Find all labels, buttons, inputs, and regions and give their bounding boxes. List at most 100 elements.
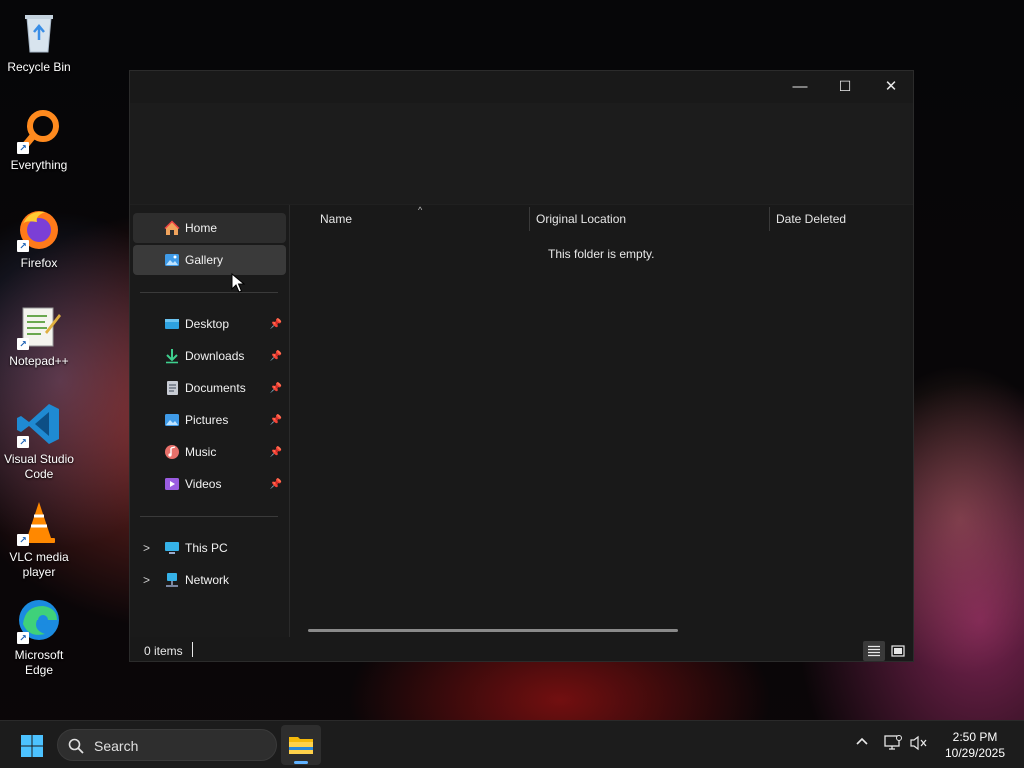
desktop-icon-label: Everything — [10, 158, 68, 172]
clock-date: 10/29/2025 — [944, 746, 1006, 760]
desktop-icon-vlc[interactable]: ↗ VLC media player — [0, 492, 78, 584]
recycle-bin-icon — [15, 8, 63, 56]
status-divider — [192, 642, 193, 657]
nav-item-pictures[interactable]: Pictures 📌 — [133, 405, 286, 435]
status-bar: 0 items — [130, 637, 913, 663]
taskbar-file-explorer[interactable] — [281, 725, 321, 765]
desktop-icon-label: Visual Studio Code — [4, 452, 74, 481]
pin-icon[interactable]: 📌 — [270, 351, 282, 362]
nav-item-gallery[interactable]: Gallery — [133, 245, 286, 275]
large-icons-view-icon — [891, 645, 905, 657]
nav-item-this-pc[interactable]: > This PC — [133, 533, 286, 563]
music-icon — [164, 444, 180, 460]
documents-icon — [164, 380, 180, 396]
pin-icon[interactable]: 📌 — [270, 415, 282, 426]
shortcut-arrow-icon: ↗ — [17, 632, 29, 644]
pin-icon[interactable]: 📌 — [270, 383, 282, 394]
pin-icon[interactable]: 📌 — [270, 479, 282, 490]
close-button[interactable]: ✕ — [868, 71, 914, 101]
nav-item-documents[interactable]: Documents 📌 — [133, 373, 286, 403]
gallery-icon — [164, 252, 180, 268]
large-icons-view-button[interactable] — [887, 641, 909, 661]
desktop-icon-edge[interactable]: ↗ Microsoft Edge — [0, 590, 78, 682]
desktop-icon-firefox[interactable]: ↗ Firefox — [0, 198, 78, 290]
nav-item-downloads[interactable]: Downloads 📌 — [133, 341, 286, 371]
shortcut-arrow-icon: ↗ — [17, 240, 29, 252]
nav-item-label: This PC — [185, 541, 228, 555]
desktop-icon-label: VLC media player — [9, 550, 69, 579]
nav-item-label: Downloads — [185, 349, 245, 363]
toolbar-area — [130, 103, 913, 205]
running-indicator — [294, 761, 308, 764]
nav-divider — [140, 292, 278, 293]
desktop-icon-vscode[interactable]: ↗ Visual Studio Code — [0, 394, 78, 486]
nav-item-label: Documents — [185, 381, 246, 395]
desktop-icon-everything[interactable]: ↗ Everything — [0, 100, 78, 192]
edge-icon: ↗ — [15, 596, 63, 644]
nav-item-label: Pictures — [185, 413, 229, 427]
everything-search-icon: ↗ — [15, 106, 63, 154]
volume-muted-icon[interactable] — [910, 735, 928, 754]
chevron-right-icon[interactable]: > — [143, 541, 150, 555]
nav-item-label: Videos — [185, 477, 222, 491]
downloads-icon — [164, 348, 180, 364]
column-header-name[interactable]: Name — [320, 212, 352, 226]
nav-item-network[interactable]: > Network — [133, 565, 286, 595]
chevron-right-icon[interactable]: > — [143, 573, 150, 587]
file-list[interactable]: ^ Name Original Location Date Deleted Th… — [290, 205, 913, 637]
firefox-icon: ↗ — [15, 204, 63, 252]
desktop-icon-label: Recycle Bin — [7, 60, 71, 74]
nav-item-home[interactable]: Home — [133, 213, 286, 243]
desktop-icon-recycle-bin[interactable]: Recycle Bin — [0, 2, 78, 94]
search-icon — [68, 738, 84, 754]
shortcut-arrow-icon: ↗ — [17, 338, 29, 350]
pin-icon[interactable]: 📌 — [270, 319, 282, 330]
shortcut-arrow-icon: ↗ — [17, 534, 29, 546]
show-hidden-icons-chevron-icon[interactable] — [855, 735, 869, 752]
nav-item-desktop[interactable]: Desktop 📌 — [133, 309, 286, 339]
start-button[interactable] — [20, 734, 44, 758]
column-header-original-location[interactable]: Original Location — [536, 212, 626, 226]
desktop-icon-label: Firefox — [20, 256, 58, 270]
details-view-icon — [868, 645, 880, 657]
column-divider[interactable] — [769, 207, 770, 231]
minimize-button[interactable]: — — [777, 71, 823, 101]
sort-ascending-icon: ^ — [418, 205, 423, 215]
videos-icon — [164, 476, 180, 492]
navigation-pane: Home Gallery Desktop 📌 Downloads 📌 Docum… — [130, 205, 290, 637]
shortcut-arrow-icon: ↗ — [17, 436, 29, 448]
nav-item-label: Network — [185, 573, 230, 587]
nav-item-music[interactable]: Music 📌 — [133, 437, 286, 467]
desktop-icon-notepad-plus-plus[interactable]: ↗ Notepad++ — [0, 296, 78, 388]
notepad-plus-plus-icon: ↗ — [15, 302, 63, 350]
maximize-button[interactable]: ☐ — [822, 71, 868, 101]
taskbar-search-box[interactable]: Search — [57, 729, 277, 761]
desktop-icon-label: Notepad++ — [9, 354, 69, 368]
network-tray-icon[interactable] — [884, 735, 902, 754]
file-explorer-icon — [289, 737, 313, 754]
network-icon — [164, 572, 180, 588]
column-header-date-deleted[interactable]: Date Deleted — [776, 212, 846, 226]
clock-time: 2:50 PM — [952, 730, 998, 744]
shortcut-arrow-icon: ↗ — [17, 142, 29, 154]
details-view-button[interactable] — [863, 641, 885, 661]
nav-item-videos[interactable]: Videos 📌 — [133, 469, 286, 499]
horizontal-scrollbar[interactable] — [308, 629, 678, 632]
nav-item-label: Home — [185, 221, 218, 235]
nav-item-label: Desktop — [185, 317, 230, 331]
column-divider[interactable] — [529, 207, 530, 231]
item-count: 0 items — [144, 644, 183, 658]
taskbar: Search 2:50 PM 10/29/2025 — [0, 720, 1024, 768]
this-pc-icon — [164, 540, 180, 556]
title-bar[interactable]: — ☐ ✕ — [130, 71, 913, 103]
home-icon — [164, 220, 180, 236]
search-placeholder: Search — [94, 738, 139, 754]
windows-logo-icon — [21, 735, 43, 757]
pin-icon[interactable]: 📌 — [270, 447, 282, 458]
nav-divider — [140, 516, 278, 517]
desktop-icon-label: Microsoft Edge — [14, 648, 64, 677]
nav-item-label: Music — [185, 445, 217, 459]
vscode-icon: ↗ — [15, 400, 63, 448]
taskbar-clock[interactable]: 2:50 PM 10/29/2025 — [930, 729, 1020, 761]
nav-item-label: Gallery — [185, 253, 224, 267]
